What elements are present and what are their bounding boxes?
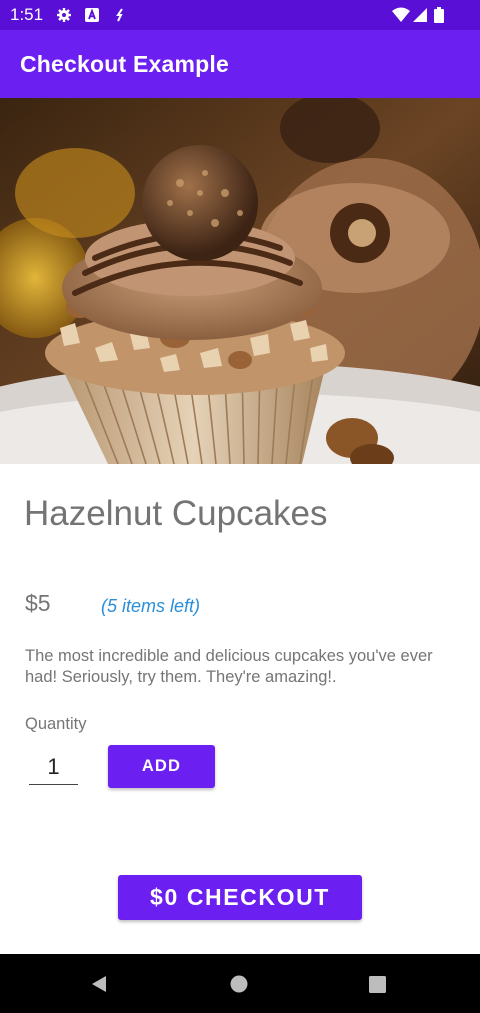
product-image — [0, 98, 480, 464]
battery-icon — [434, 7, 444, 23]
product-description: The most incredible and delicious cupcak… — [25, 647, 433, 686]
home-icon[interactable] — [230, 975, 248, 993]
signal-icon — [413, 8, 427, 22]
quantity-label: Quantity — [25, 715, 87, 733]
add-button[interactable]: ADD — [108, 745, 215, 788]
recents-icon[interactable] — [369, 976, 386, 993]
cupcake-photo — [0, 98, 480, 464]
wifi-icon — [392, 7, 410, 22]
sync-icon — [116, 8, 123, 22]
product-title: Hazelnut Cupcakes — [24, 494, 328, 533]
app-title: Checkout Example — [20, 51, 229, 77]
product-price: $5 — [25, 590, 51, 616]
checkout-button[interactable]: $0 CHECKOUT — [118, 875, 362, 920]
status-time: 1:51 — [10, 5, 44, 24]
app-bar: Checkout Example — [0, 30, 480, 98]
stock-label: (5 items left) — [101, 596, 201, 616]
navigation-bar — [0, 954, 480, 1013]
back-icon[interactable] — [90, 975, 108, 993]
quantity-input[interactable] — [29, 750, 78, 785]
gear-icon — [57, 8, 71, 22]
a-badge-icon — [85, 8, 99, 22]
status-bar: 1:51 — [0, 0, 480, 30]
